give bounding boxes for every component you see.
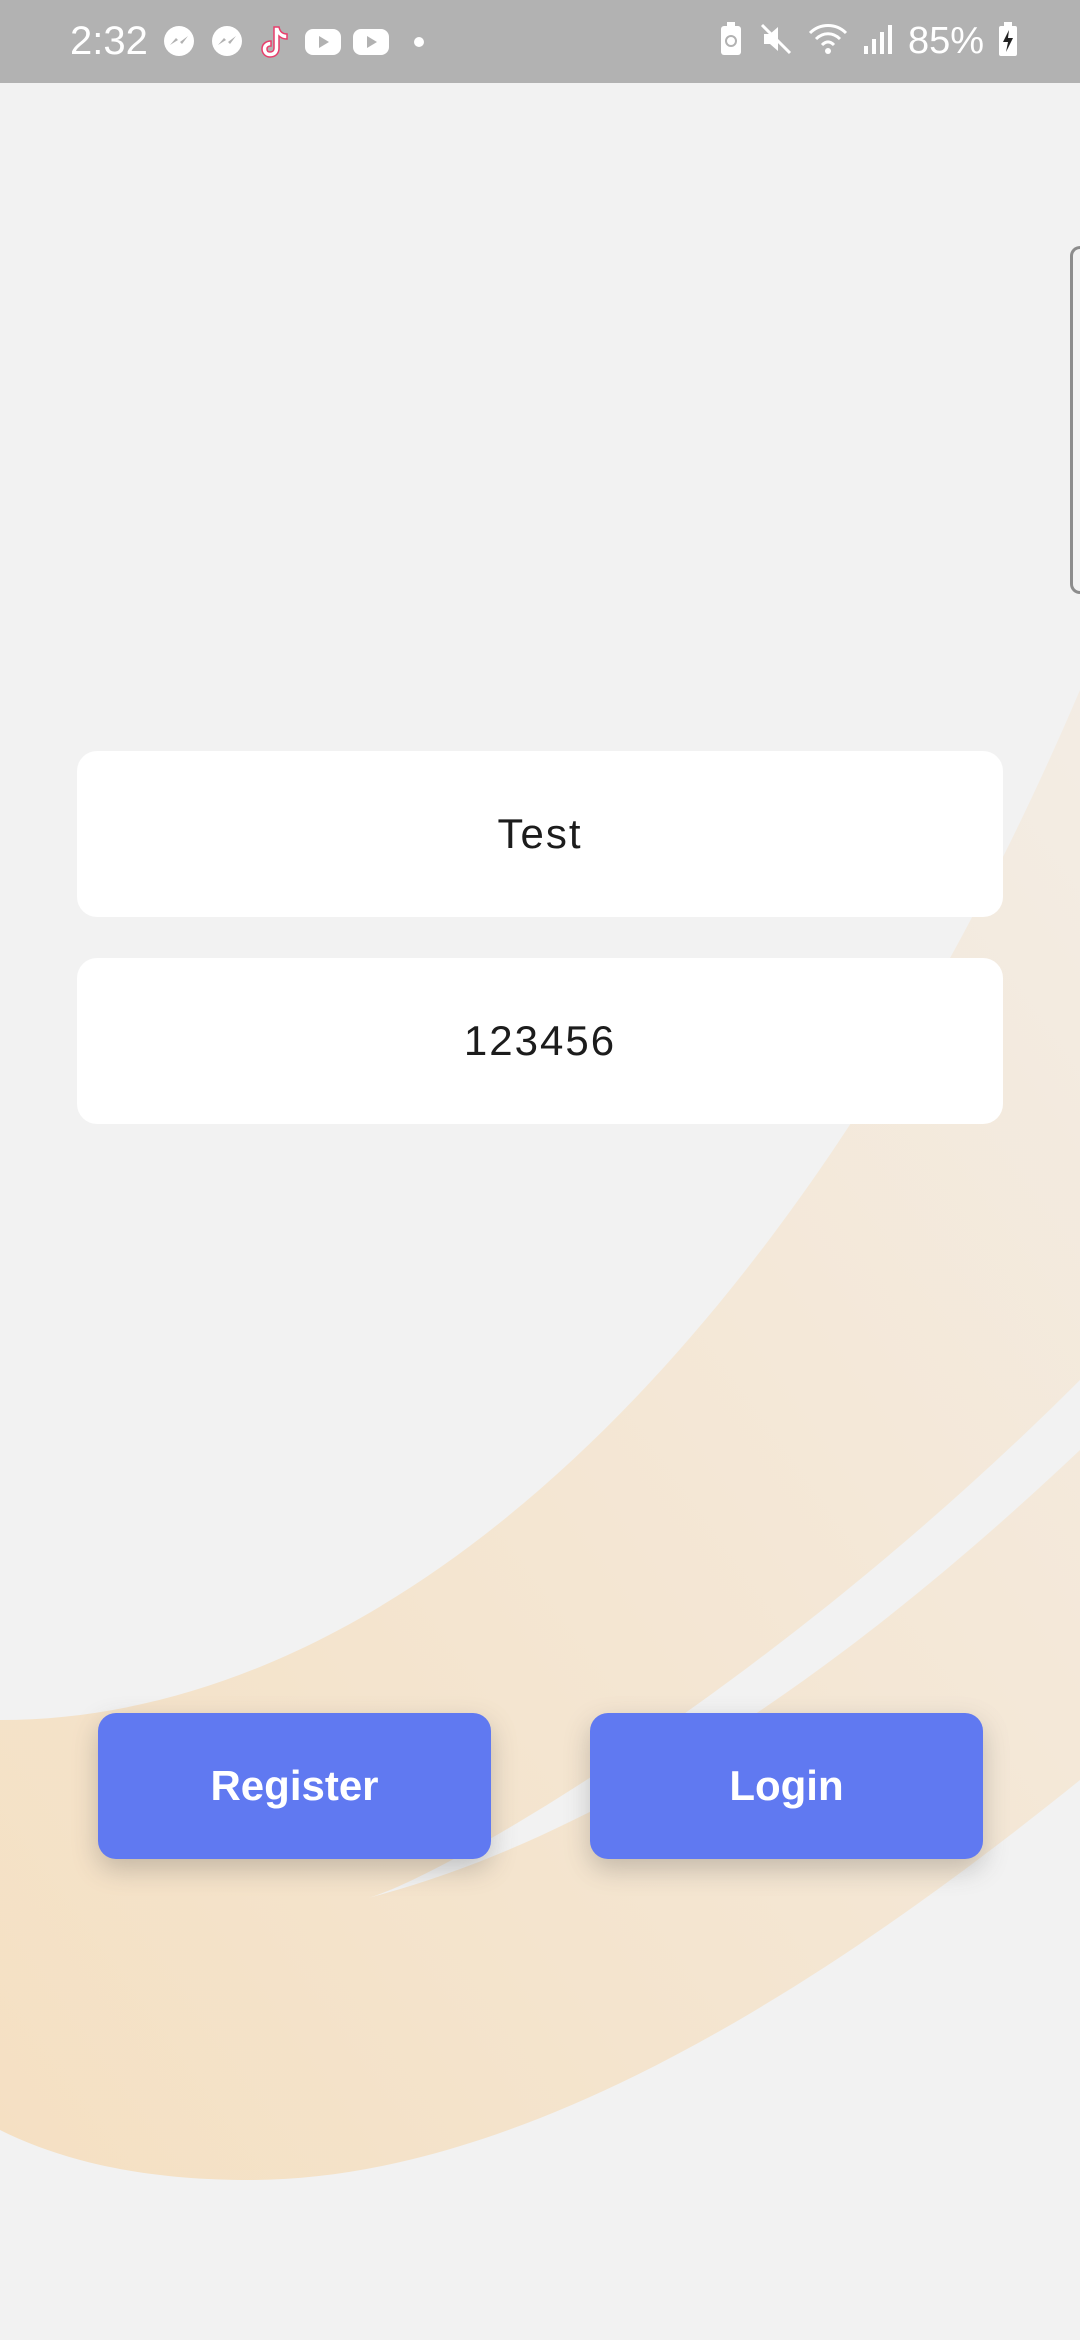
youtube-icon — [352, 23, 390, 61]
notification-icons — [160, 22, 438, 62]
status-bar: 2:32 85% — [0, 0, 1080, 83]
wifi-icon — [808, 21, 848, 62]
messenger-icon — [160, 23, 198, 61]
youtube-icon — [304, 23, 342, 61]
username-field[interactable]: Test — [77, 751, 1003, 917]
username-value: Test — [497, 810, 583, 857]
background-swoosh-art — [0, 690, 1080, 2180]
login-button-label: Login — [729, 1762, 844, 1809]
mute-icon — [758, 21, 794, 62]
battery-charging-icon — [998, 21, 1018, 62]
tiktok-icon — [256, 23, 294, 61]
battery-saver-icon — [718, 21, 744, 62]
password-field[interactable]: 123456 — [77, 958, 1003, 1124]
register-button-label: Register — [210, 1762, 379, 1809]
messenger-icon — [208, 23, 246, 61]
login-screen: 2:32 85% Test 123456 Register Login — [0, 0, 1080, 2340]
password-value: 123456 — [463, 1017, 617, 1064]
login-button[interactable]: Login — [590, 1713, 983, 1859]
register-button[interactable]: Register — [98, 1713, 491, 1859]
signal-icon — [862, 22, 894, 61]
battery-percent: 85% — [907, 20, 984, 62]
status-time: 2:32 — [70, 19, 148, 63]
dot-icon — [400, 23, 438, 61]
edge-panel-handle[interactable] — [1070, 246, 1080, 594]
system-status-icons: 85% — [718, 18, 1018, 64]
